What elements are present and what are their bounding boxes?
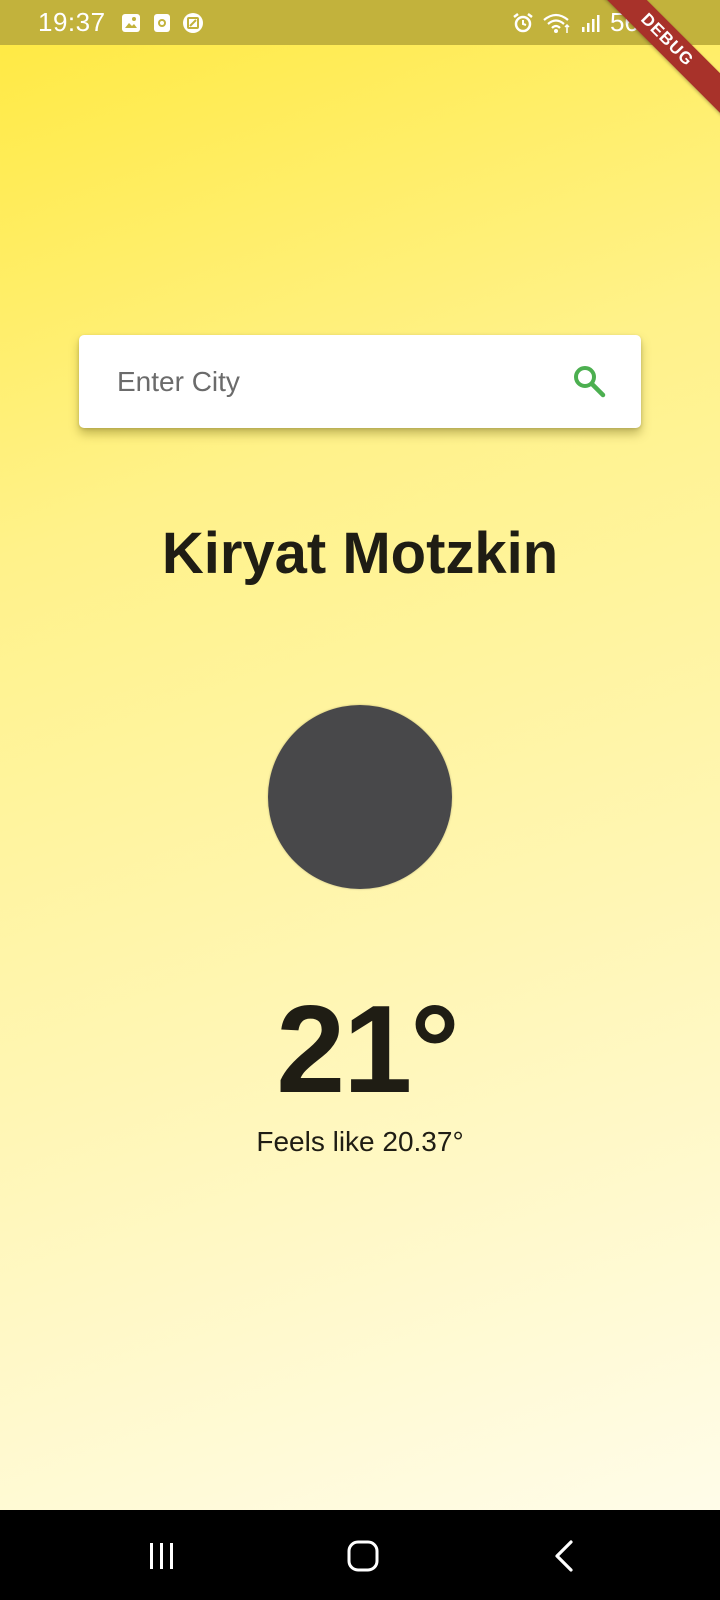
back-button[interactable] — [545, 1536, 585, 1576]
recents-icon — [150, 1543, 173, 1569]
home-icon — [347, 1540, 379, 1572]
recorder-icon — [151, 12, 173, 34]
city-name: Kiryat Motzkin — [161, 521, 559, 586]
search-button[interactable] — [569, 363, 609, 403]
feels-like-text: Feels like 20.37° — [256, 1126, 464, 1157]
weather-condition-icon — [268, 705, 452, 889]
home-button[interactable] — [343, 1536, 383, 1576]
notification-icons — [120, 12, 204, 34]
back-icon — [555, 1540, 573, 1572]
temperature: 21° — [276, 981, 460, 1119]
alarm-icon — [512, 12, 534, 34]
status-bar: 19:37 56% — [0, 0, 720, 45]
city-search-card — [79, 335, 641, 428]
wifi-icon — [542, 12, 572, 34]
app-icon — [182, 12, 204, 34]
search-icon — [571, 363, 607, 404]
gallery-icon — [120, 12, 142, 34]
city-search-input[interactable] — [117, 351, 537, 412]
signal-icon — [580, 12, 602, 34]
status-time: 19:37 — [38, 7, 106, 37]
navigation-bar — [0, 1510, 720, 1600]
recents-button[interactable] — [142, 1536, 182, 1576]
